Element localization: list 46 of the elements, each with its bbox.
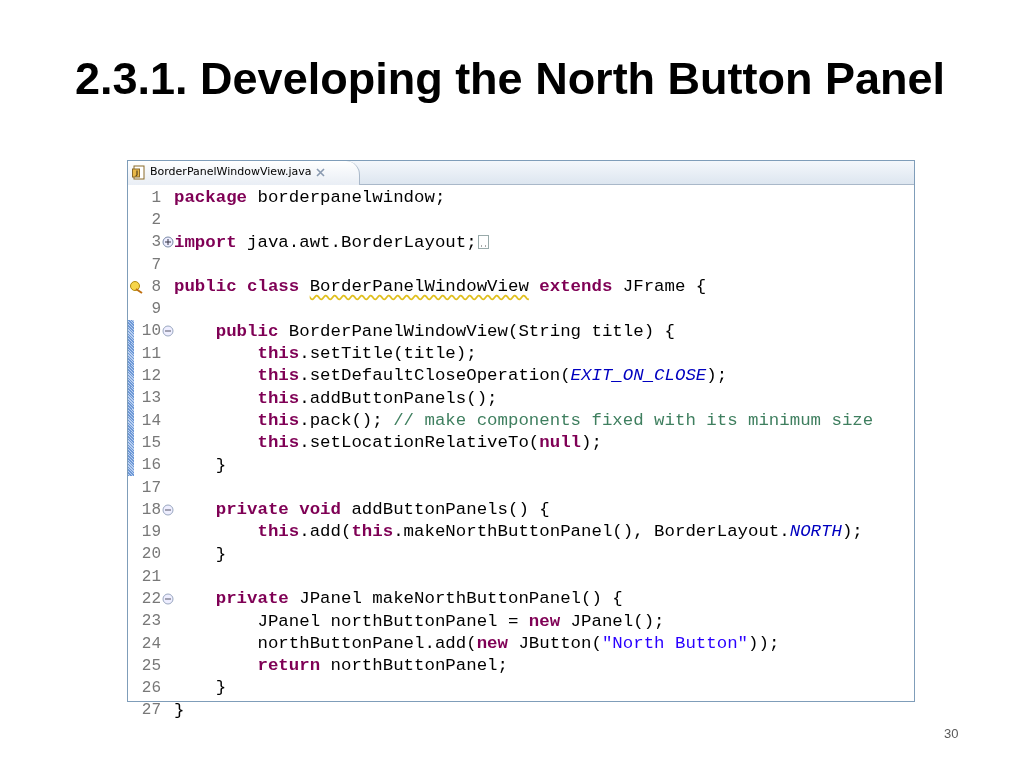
line-number: 20 (141, 546, 161, 563)
code-line: this.addButtonPanels(); (256, 389, 498, 407)
slide-title: 2.3.1. Developing the North Button Panel (74, 52, 947, 104)
line-number: 11 (141, 345, 161, 362)
editor-tab[interactable]: BorderPanelWindowView.java (128, 160, 360, 185)
code-line: package borderpanelwindow; (174, 188, 446, 207)
line-number: 23 (141, 613, 161, 630)
line-number: 15 (141, 434, 161, 451)
line-number: 9 (151, 301, 161, 318)
code-line: this.add(this.makeNorthButtonPanel(), BorderLayout.NORTH); (256, 523, 863, 541)
line-number: 22 (141, 591, 161, 607)
line-number: 26 (141, 680, 161, 697)
code-line: JPanel northButtonPanel = new JPanel(); (256, 612, 665, 630)
code-line: private void addButtonPanels() { (214, 501, 550, 519)
code-line: this.pack(); // make components fixed with its minimum size (256, 411, 874, 430)
code-line: } (214, 679, 227, 697)
line-number: 1 (151, 189, 161, 206)
line-number: 17 (141, 479, 161, 496)
code-line: this.setTitle(title); (256, 345, 477, 363)
code-line: this.setLocationRelativeTo(null); (256, 434, 602, 452)
code-line: } (214, 456, 227, 474)
line-number: 25 (141, 657, 161, 674)
line-number: 13 (141, 390, 161, 407)
line-number: 27 (141, 702, 161, 719)
code-line: import java.awt.BorderLayout; (174, 233, 477, 251)
line-number: 8 (151, 278, 161, 295)
line-number: 14 (141, 412, 161, 429)
line-number: 12 (141, 368, 161, 384)
line-number: 7 (151, 256, 161, 273)
code-line: } (214, 545, 227, 564)
line-number: 18 (141, 501, 161, 518)
code-line: private JPanel makeNorthButtonPanel() { (214, 590, 623, 608)
code-line: return northButtonPanel; (256, 657, 508, 675)
line-number: 21 (141, 568, 161, 585)
line-number: 16 (141, 457, 161, 474)
page-number: 30 (944, 725, 959, 743)
code-line: public class BorderPanelWindowView extends JFrame { (174, 278, 707, 296)
line-number: 19 (141, 524, 161, 541)
line-number: 24 (141, 635, 161, 652)
code-line: } (174, 701, 185, 720)
line-number: 3 (151, 234, 161, 251)
line-number: 10 (141, 323, 161, 340)
code-line: this.setDefaultCloseOperation(EXIT_ON_CLOSE); (256, 367, 728, 385)
code-line: public BorderPanelWindowView(String title) { (214, 322, 675, 341)
line-number: 2 (151, 211, 161, 228)
code-line: northButtonPanel.add(new JButton("North Button")); (256, 634, 780, 653)
